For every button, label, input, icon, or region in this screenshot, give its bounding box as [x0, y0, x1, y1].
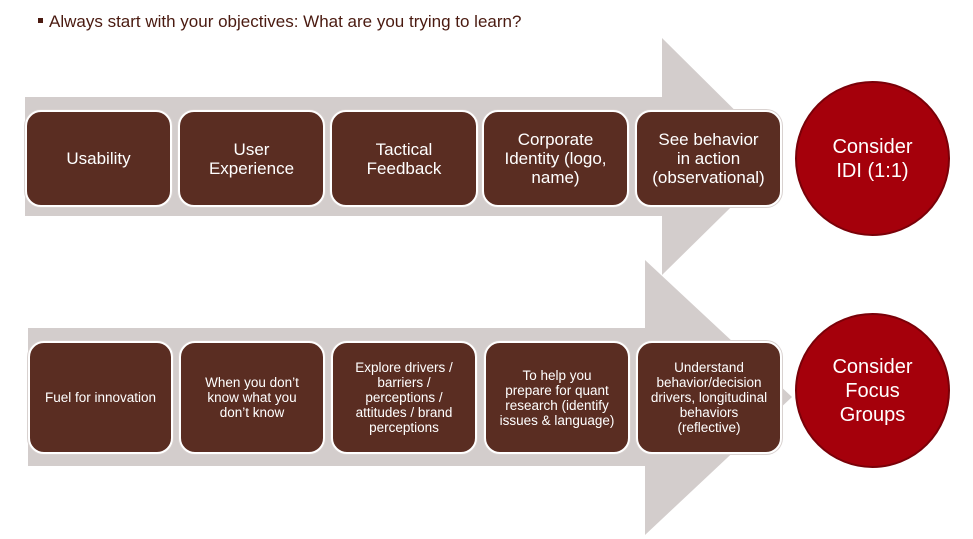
- objective-box: Usability: [25, 110, 172, 207]
- conclusion-circle-focus-groups: Consider Focus Groups: [795, 313, 950, 468]
- objective-box: Explore drivers / barriers / perceptions…: [331, 341, 477, 454]
- objective-box: Fuel for innovation: [28, 341, 173, 454]
- objective-box: To help you prepare for quant research (…: [484, 341, 630, 454]
- arrows-layer: [25, 38, 792, 535]
- objective-box: When you don’t know what you don’t know: [179, 341, 325, 454]
- objective-box: Tactical Feedback: [330, 110, 478, 207]
- objective-box: See behavior in action (observational): [635, 110, 782, 207]
- objective-box: User Experience: [178, 110, 325, 207]
- conclusion-circle-idi: Consider IDI (1:1): [795, 81, 950, 236]
- objective-box: Corporate Identity (logo, name): [482, 110, 629, 207]
- objective-box: Understand behavior/decision drivers, lo…: [636, 341, 782, 454]
